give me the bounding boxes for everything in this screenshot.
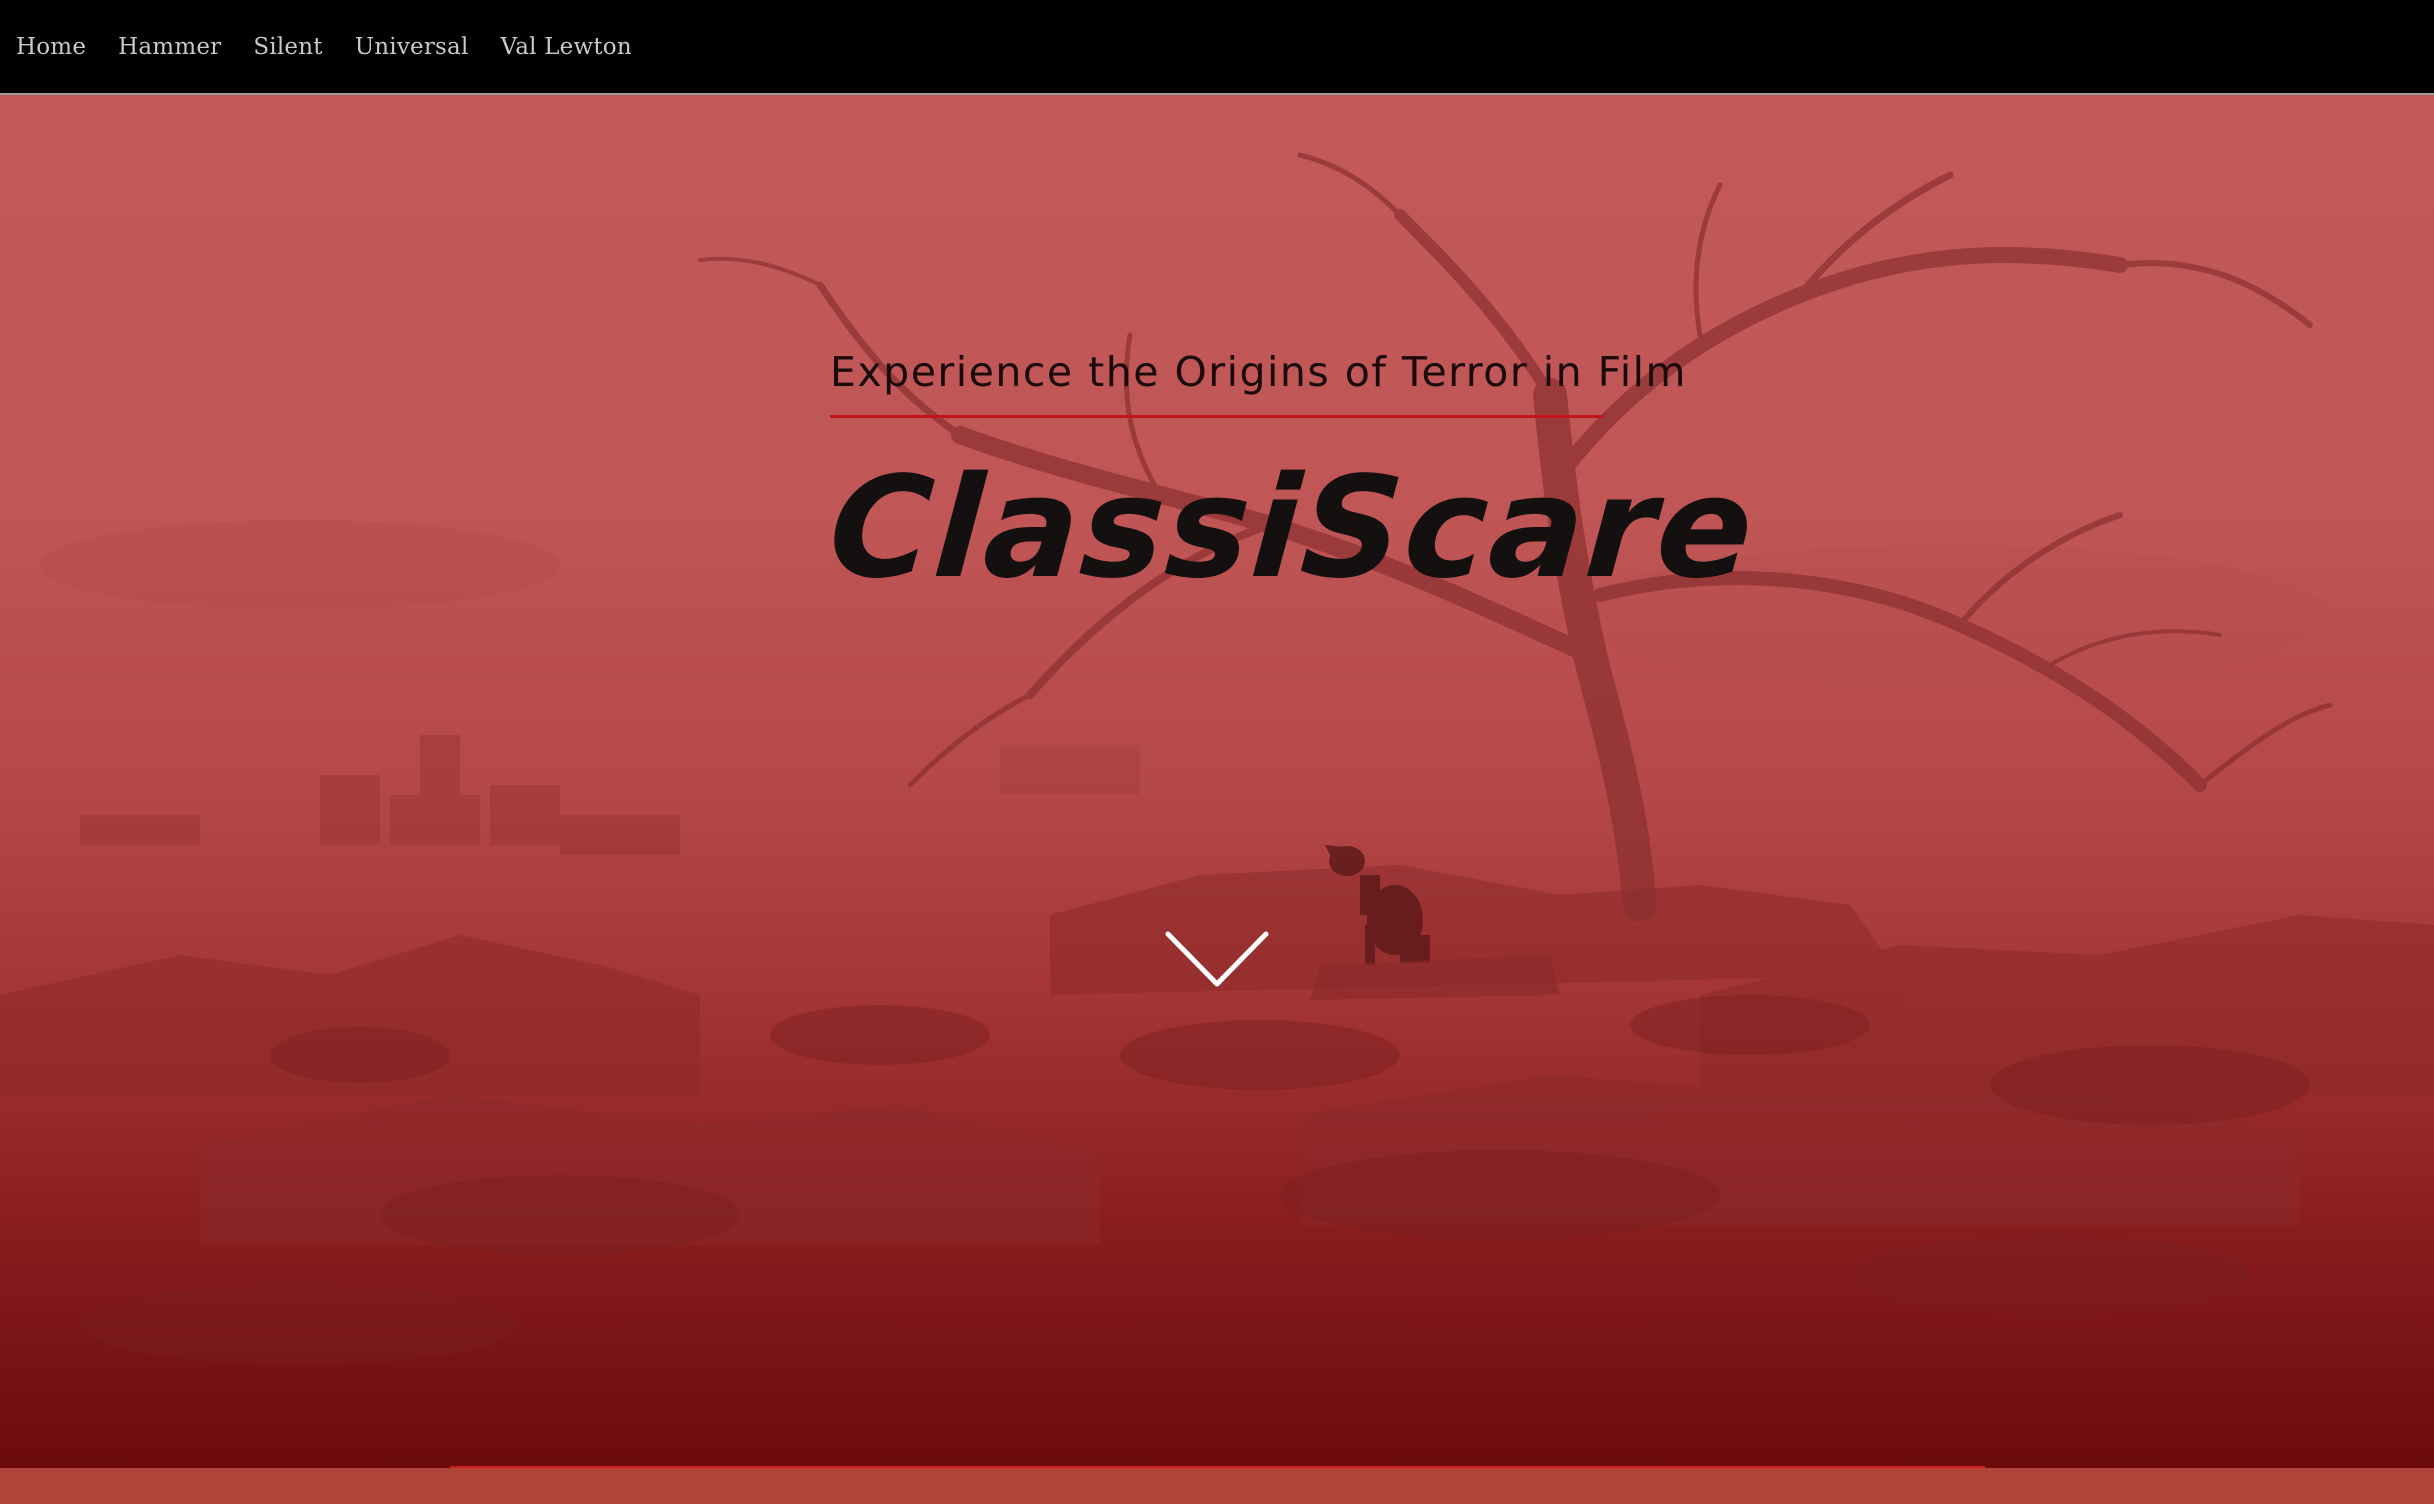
next-section-strip bbox=[0, 1468, 2434, 1504]
nav-link-val-lewton[interactable]: Val Lewton bbox=[501, 34, 632, 60]
top-navbar: Home Hammer Silent Universal Val Lewton bbox=[0, 0, 2434, 95]
hero-section: Experience the Origins of Terror in Film… bbox=[0, 95, 2434, 1468]
site-title: ClassiScare bbox=[824, 447, 1760, 610]
hero-subtitle: Experience the Origins of Terror in Film bbox=[830, 348, 1687, 396]
nav-link-universal[interactable]: Universal bbox=[355, 34, 469, 60]
nav-link-home[interactable]: Home bbox=[16, 34, 86, 60]
nav-menu: Home Hammer Silent Universal Val Lewton bbox=[0, 0, 2434, 93]
chevron-down-icon[interactable] bbox=[1164, 930, 1270, 992]
subtitle-divider bbox=[830, 415, 1604, 418]
nav-link-silent[interactable]: Silent bbox=[253, 34, 322, 60]
nav-link-hammer[interactable]: Hammer bbox=[118, 34, 221, 60]
hero-background-image bbox=[0, 152, 2434, 1365]
